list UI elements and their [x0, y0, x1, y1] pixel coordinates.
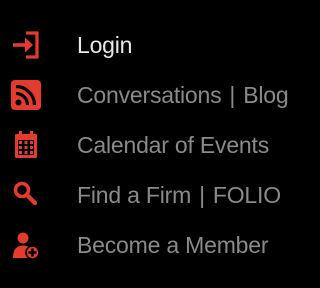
search-icon: [9, 178, 43, 212]
separator: |: [229, 82, 236, 108]
folio-link[interactable]: FOLIO: [213, 182, 281, 208]
menu-item-login[interactable]: Login: [0, 25, 288, 65]
menu-item-become-member[interactable]: Become a Member: [0, 225, 288, 265]
add-user-icon: [9, 228, 43, 262]
menu-item-conversations[interactable]: Conversations | Blog: [0, 75, 289, 115]
calendar-icon: [9, 128, 43, 162]
separator: |: [199, 182, 205, 208]
menu-item-find-firm[interactable]: Find a Firm | FOLIO: [0, 175, 288, 215]
menu-item-label-group: Conversations | Blog: [77, 75, 289, 115]
navigation-menu: Login Conversations | Blog Calendar of E…: [0, 0, 289, 288]
login-icon: [9, 28, 43, 62]
menu-item-label: Login: [77, 32, 133, 58]
find-a-firm-link[interactable]: Find a Firm: [77, 182, 191, 208]
rss-icon: [9, 78, 43, 112]
menu-item-label-group: Find a Firm | FOLIO: [77, 175, 281, 215]
menu-item-calendar[interactable]: Calendar of Events: [0, 125, 288, 165]
blog-link[interactable]: Blog: [243, 82, 288, 108]
menu-item-label: Become a Member: [77, 232, 269, 258]
conversations-link[interactable]: Conversations: [77, 82, 222, 108]
menu-item-label: Calendar of Events: [77, 132, 270, 158]
